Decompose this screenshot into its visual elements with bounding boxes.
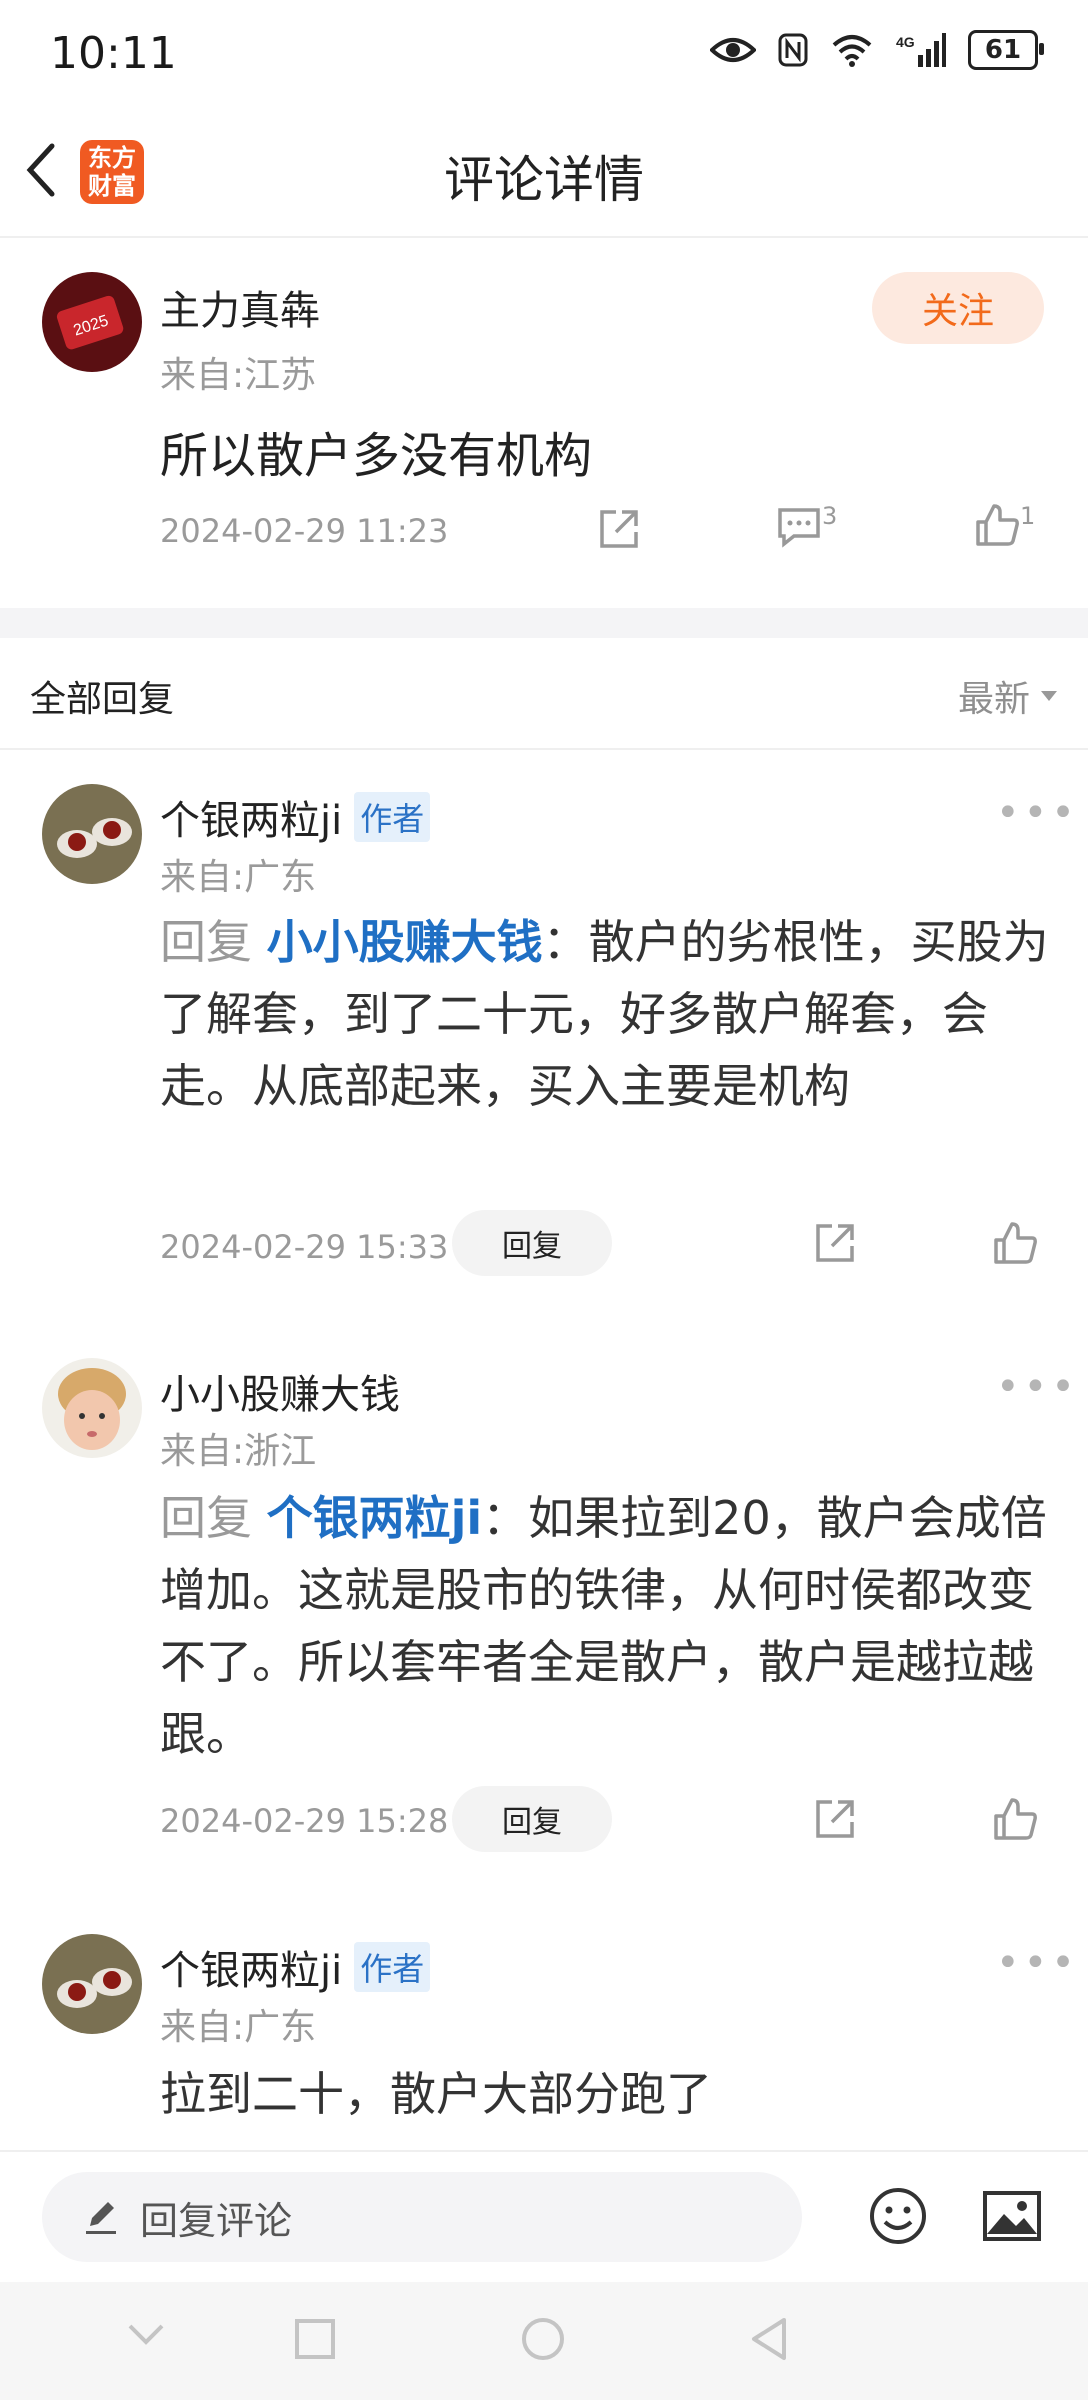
avatar[interactable] bbox=[42, 784, 142, 884]
reply-comment-input[interactable]: 回复评论 bbox=[42, 2172, 802, 2262]
comment-count: 3 bbox=[822, 502, 838, 530]
reply-username[interactable]: 个银两粒ji bbox=[160, 1938, 342, 1996]
signal-icon: 4G bbox=[896, 33, 946, 67]
reply-prefix: 回复 bbox=[160, 915, 267, 969]
share-icon bbox=[600, 510, 638, 548]
divider bbox=[0, 236, 1088, 238]
post-location: 来自:江苏 bbox=[160, 355, 317, 396]
wifi-icon bbox=[832, 35, 872, 67]
post-username[interactable]: 主力真犇 bbox=[160, 278, 320, 336]
battery-level: 61 bbox=[984, 35, 1022, 65]
reply-username[interactable]: 个银两粒ji bbox=[160, 788, 342, 846]
share-button[interactable] bbox=[596, 506, 642, 556]
follow-button[interactable]: 关注 bbox=[872, 272, 1044, 344]
avatar[interactable] bbox=[42, 1934, 142, 2034]
status-time: 10:11 bbox=[50, 28, 177, 79]
like-button[interactable] bbox=[992, 1796, 1038, 1846]
more-options-button[interactable]: ••• bbox=[996, 1940, 1079, 1986]
like-button[interactable] bbox=[992, 1220, 1038, 1270]
thumbs-up-icon bbox=[994, 1798, 1037, 1840]
nav-hide-button[interactable] bbox=[126, 2322, 166, 2350]
thumbs-up-icon bbox=[994, 1222, 1037, 1264]
comment-button[interactable]: 3 bbox=[776, 502, 837, 548]
image-button[interactable] bbox=[982, 2188, 1042, 2248]
nav-home-button[interactable] bbox=[520, 2316, 566, 2366]
logo-line2: 财富 bbox=[88, 172, 136, 200]
reply-timestamp: 2024-02-29 15:28 bbox=[160, 1802, 449, 1840]
reply-username[interactable]: 小小股赚大钱 bbox=[160, 1362, 400, 1420]
reply-text: 回复 个银两粒ji：如果拉到20，散户会成倍增加。这就是股市的铁律，从何时侯都改… bbox=[160, 1482, 1060, 1770]
reply-text: 回复 小小股赚大钱：散户的劣根性，买股为了解套，到了二十元，好多散户解套，会走。… bbox=[160, 906, 1060, 1122]
post-timestamp: 2024-02-29 11:23 bbox=[160, 512, 449, 550]
square-icon bbox=[295, 2319, 335, 2359]
reply-text: 拉到二十，散户大部分跑了 bbox=[160, 2067, 712, 2121]
nfc-icon bbox=[778, 33, 808, 67]
reply-input-placeholder: 回复评论 bbox=[140, 2198, 293, 2243]
thumbs-up-icon bbox=[976, 504, 1019, 546]
page-title: 评论详情 bbox=[444, 151, 644, 209]
caret-down-icon bbox=[1041, 691, 1057, 701]
share-icon bbox=[816, 1224, 854, 1262]
divider bbox=[0, 748, 1088, 750]
nav-recents-button[interactable] bbox=[294, 2318, 336, 2364]
reply-button[interactable]: 回复 bbox=[452, 1210, 612, 1276]
emoji-icon bbox=[870, 2188, 926, 2244]
reply-target-user[interactable]: 小小股赚大钱 bbox=[267, 915, 543, 969]
reply-location: 来自:浙江 bbox=[160, 1431, 317, 1472]
chevron-left-icon bbox=[26, 143, 55, 197]
back-button[interactable] bbox=[20, 140, 70, 200]
share-button[interactable] bbox=[812, 1796, 858, 1846]
like-button[interactable]: 1 bbox=[974, 502, 1035, 548]
pencil-icon bbox=[86, 2202, 116, 2234]
status-icons: 4G 61 bbox=[710, 30, 1044, 70]
avatar[interactable] bbox=[42, 1358, 142, 1458]
author-badge: 作者 bbox=[354, 792, 431, 842]
battery-icon: 61 bbox=[968, 30, 1044, 70]
author-badge: 作者 bbox=[354, 1942, 431, 1992]
reply-user-row: 个银两粒ji 作者 bbox=[160, 1938, 431, 1996]
share-icon bbox=[816, 1800, 854, 1838]
sort-dropdown[interactable]: 最新 bbox=[958, 670, 1058, 722]
like-count: 1 bbox=[1020, 502, 1036, 530]
comment-icon bbox=[778, 508, 820, 548]
reply-location: 来自:广东 bbox=[160, 857, 317, 898]
share-button[interactable] bbox=[812, 1220, 858, 1270]
eye-icon bbox=[710, 38, 756, 62]
chevron-down-icon bbox=[128, 2324, 164, 2345]
svg-text:4G: 4G bbox=[896, 34, 915, 50]
emoji-button[interactable] bbox=[868, 2186, 928, 2250]
triangle-back-icon bbox=[752, 2318, 786, 2360]
app-logo[interactable]: 东方 财富 bbox=[80, 140, 144, 204]
reply-button[interactable]: 回复 bbox=[452, 1786, 612, 1852]
reply-user-row: 个银两粒ji 作者 bbox=[160, 788, 431, 846]
nav-back-button[interactable] bbox=[748, 2316, 790, 2366]
more-options-button[interactable]: ••• bbox=[996, 1364, 1079, 1410]
avatar[interactable]: 2025 bbox=[42, 272, 142, 372]
reply-prefix: 回复 bbox=[160, 1491, 267, 1545]
logo-line1: 东方 bbox=[88, 144, 136, 172]
image-icon bbox=[983, 2191, 1041, 2241]
post-text: 所以散户多没有机构 bbox=[160, 428, 593, 484]
more-options-button[interactable]: ••• bbox=[996, 790, 1079, 836]
all-replies-title: 全部回复 bbox=[30, 679, 175, 720]
reply-location: 来自:广东 bbox=[160, 2007, 317, 2048]
reply-timestamp: 2024-02-29 15:33 bbox=[160, 1228, 449, 1266]
section-separator bbox=[0, 608, 1088, 638]
circle-icon bbox=[522, 2318, 564, 2360]
reply-target-user[interactable]: 个银两粒ji bbox=[267, 1491, 483, 1545]
sort-label: 最新 bbox=[957, 679, 1030, 720]
